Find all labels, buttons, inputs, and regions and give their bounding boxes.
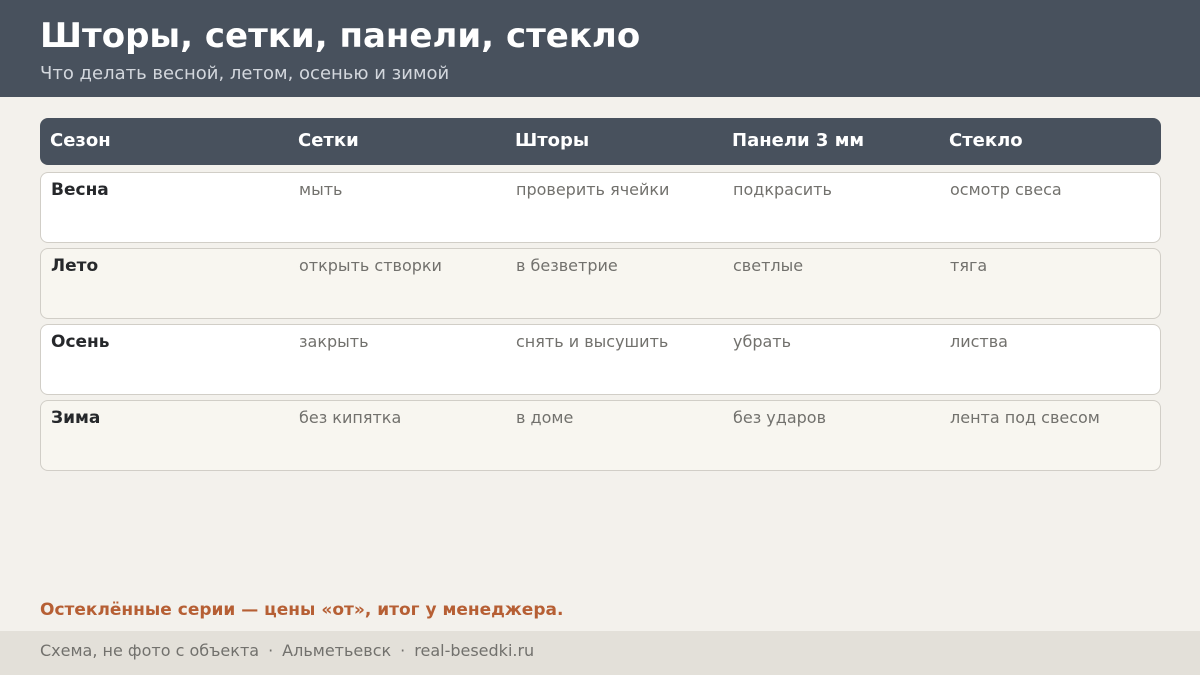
footer-city: Альметьевск xyxy=(282,641,392,660)
curtains-cell: снять и высушить xyxy=(516,332,669,351)
panels-cell: светлые xyxy=(733,256,804,275)
curtains-cell: проверить ячейки xyxy=(516,180,670,199)
page-title: Шторы, сетки, панели, стекло xyxy=(40,16,641,56)
column-header-nets: Сетки xyxy=(298,130,359,151)
season-cell: Лето xyxy=(51,256,99,276)
panels-cell: подкрасить xyxy=(733,180,832,199)
footer-website-link[interactable]: real-besedki.ru xyxy=(414,641,534,660)
glass-cell: осмотр свеса xyxy=(950,180,1062,199)
column-header-panels: Панели 3 мм xyxy=(732,130,865,151)
page-subtitle: Что делать весной, летом, осенью и зимой xyxy=(40,63,450,84)
curtains-cell: в безветрие xyxy=(516,256,618,275)
glass-cell: тяга xyxy=(950,256,988,275)
season-cell: Осень xyxy=(51,332,110,352)
footer-text: Схема, не фото с объекта · Альметьевск · rea… xyxy=(40,641,534,660)
page-header: Шторы, сетки, панели, стекло Что делать … xyxy=(0,0,1200,97)
table-row: Лето открыть створки в безветрие светлые… xyxy=(40,248,1161,319)
glass-cell: лента под свесом xyxy=(950,408,1100,427)
season-cell: Весна xyxy=(51,180,109,200)
footer-separator: · xyxy=(400,641,406,660)
pricing-note: Остеклённые серии — цены «от», итог у ме… xyxy=(40,600,564,620)
nets-cell: открыть створки xyxy=(299,256,442,275)
curtains-cell: в доме xyxy=(516,408,574,427)
footer-separator: · xyxy=(268,641,274,660)
glass-cell: листва xyxy=(950,332,1008,351)
column-header-curtains: Шторы xyxy=(515,130,590,151)
season-cell: Зима xyxy=(51,408,101,428)
column-header-glass: Стекло xyxy=(949,130,1023,151)
page-footer: Схема, не фото с объекта · Альметьевск · rea… xyxy=(0,631,1200,675)
panels-cell: убрать xyxy=(733,332,792,351)
nets-cell: без кипятка xyxy=(299,408,402,427)
table-row: Осень закрыть снять и высушить убрать ли… xyxy=(40,324,1161,395)
table-header: Сезон Сетки Шторы Панели 3 мм Стекло xyxy=(40,118,1161,165)
panels-cell: без ударов xyxy=(733,408,827,427)
footer-disclaimer: Схема, не фото с объекта xyxy=(40,641,260,660)
column-header-season: Сезон xyxy=(50,130,111,151)
table-row: Зима без кипятка в доме без ударов лента… xyxy=(40,400,1161,471)
nets-cell: мыть xyxy=(299,180,343,199)
table-row: Весна мыть проверить ячейки подкрасить о… xyxy=(40,172,1161,243)
nets-cell: закрыть xyxy=(299,332,369,351)
